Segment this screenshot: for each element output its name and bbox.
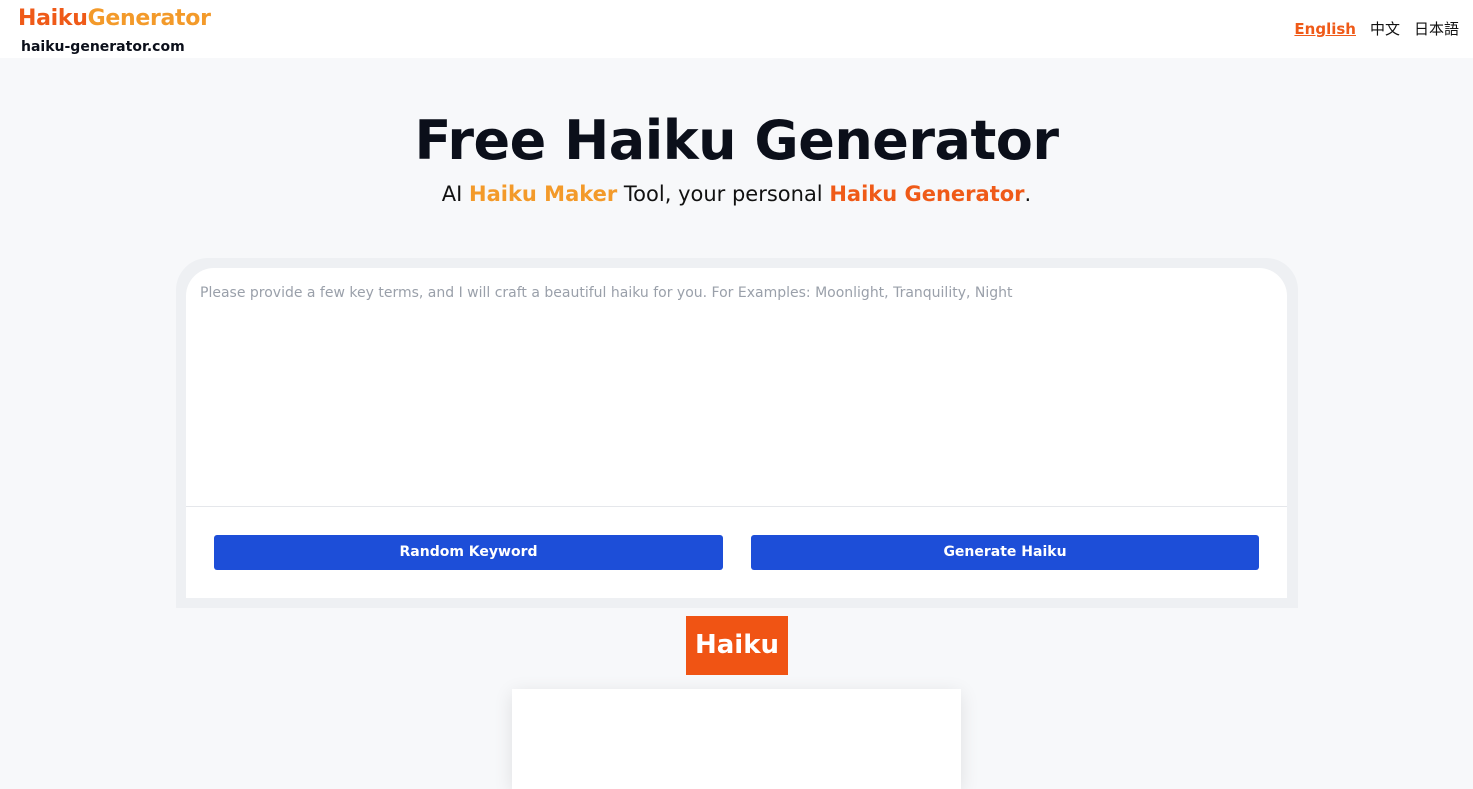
haiku-output-box xyxy=(512,689,961,789)
haiku-output-label: Haiku xyxy=(686,616,788,675)
brand-logo-part-2: Generator xyxy=(87,6,211,31)
subtitle-text-1: AI xyxy=(441,182,469,206)
site-header: HaikuGenerator haiku-generator.com Engli… xyxy=(0,0,1473,58)
subtitle-text-2: Tool, your personal xyxy=(617,182,830,206)
keyword-input[interactable] xyxy=(186,268,1287,506)
lang-link-japanese[interactable]: 日本語 xyxy=(1414,19,1459,39)
subtitle-highlight-haiku-maker: Haiku Maker xyxy=(469,182,618,206)
brand-logo-part-1: Haiku xyxy=(18,6,88,31)
site-domain: haiku-generator.com xyxy=(21,39,185,55)
language-switcher: English 中文 日本語 xyxy=(1294,19,1459,39)
lang-link-english[interactable]: English xyxy=(1294,19,1356,39)
input-divider xyxy=(186,506,1287,507)
page-subtitle: AI Haiku Maker Tool, your personal Haiku… xyxy=(0,180,1473,208)
random-keyword-button[interactable]: Random Keyword xyxy=(214,535,723,570)
subtitle-highlight-haiku-generator: Haiku Generator xyxy=(829,182,1025,206)
brand-logo[interactable]: HaikuGenerator xyxy=(18,5,211,33)
input-card-body: Random Keyword Generate Haiku xyxy=(186,268,1287,598)
subtitle-text-3: . xyxy=(1024,182,1032,206)
generate-haiku-button[interactable]: Generate Haiku xyxy=(751,535,1259,570)
lang-link-chinese[interactable]: 中文 xyxy=(1370,19,1400,39)
input-card: Random Keyword Generate Haiku xyxy=(176,258,1298,608)
page-title: Free Haiku Generator xyxy=(414,109,1059,172)
